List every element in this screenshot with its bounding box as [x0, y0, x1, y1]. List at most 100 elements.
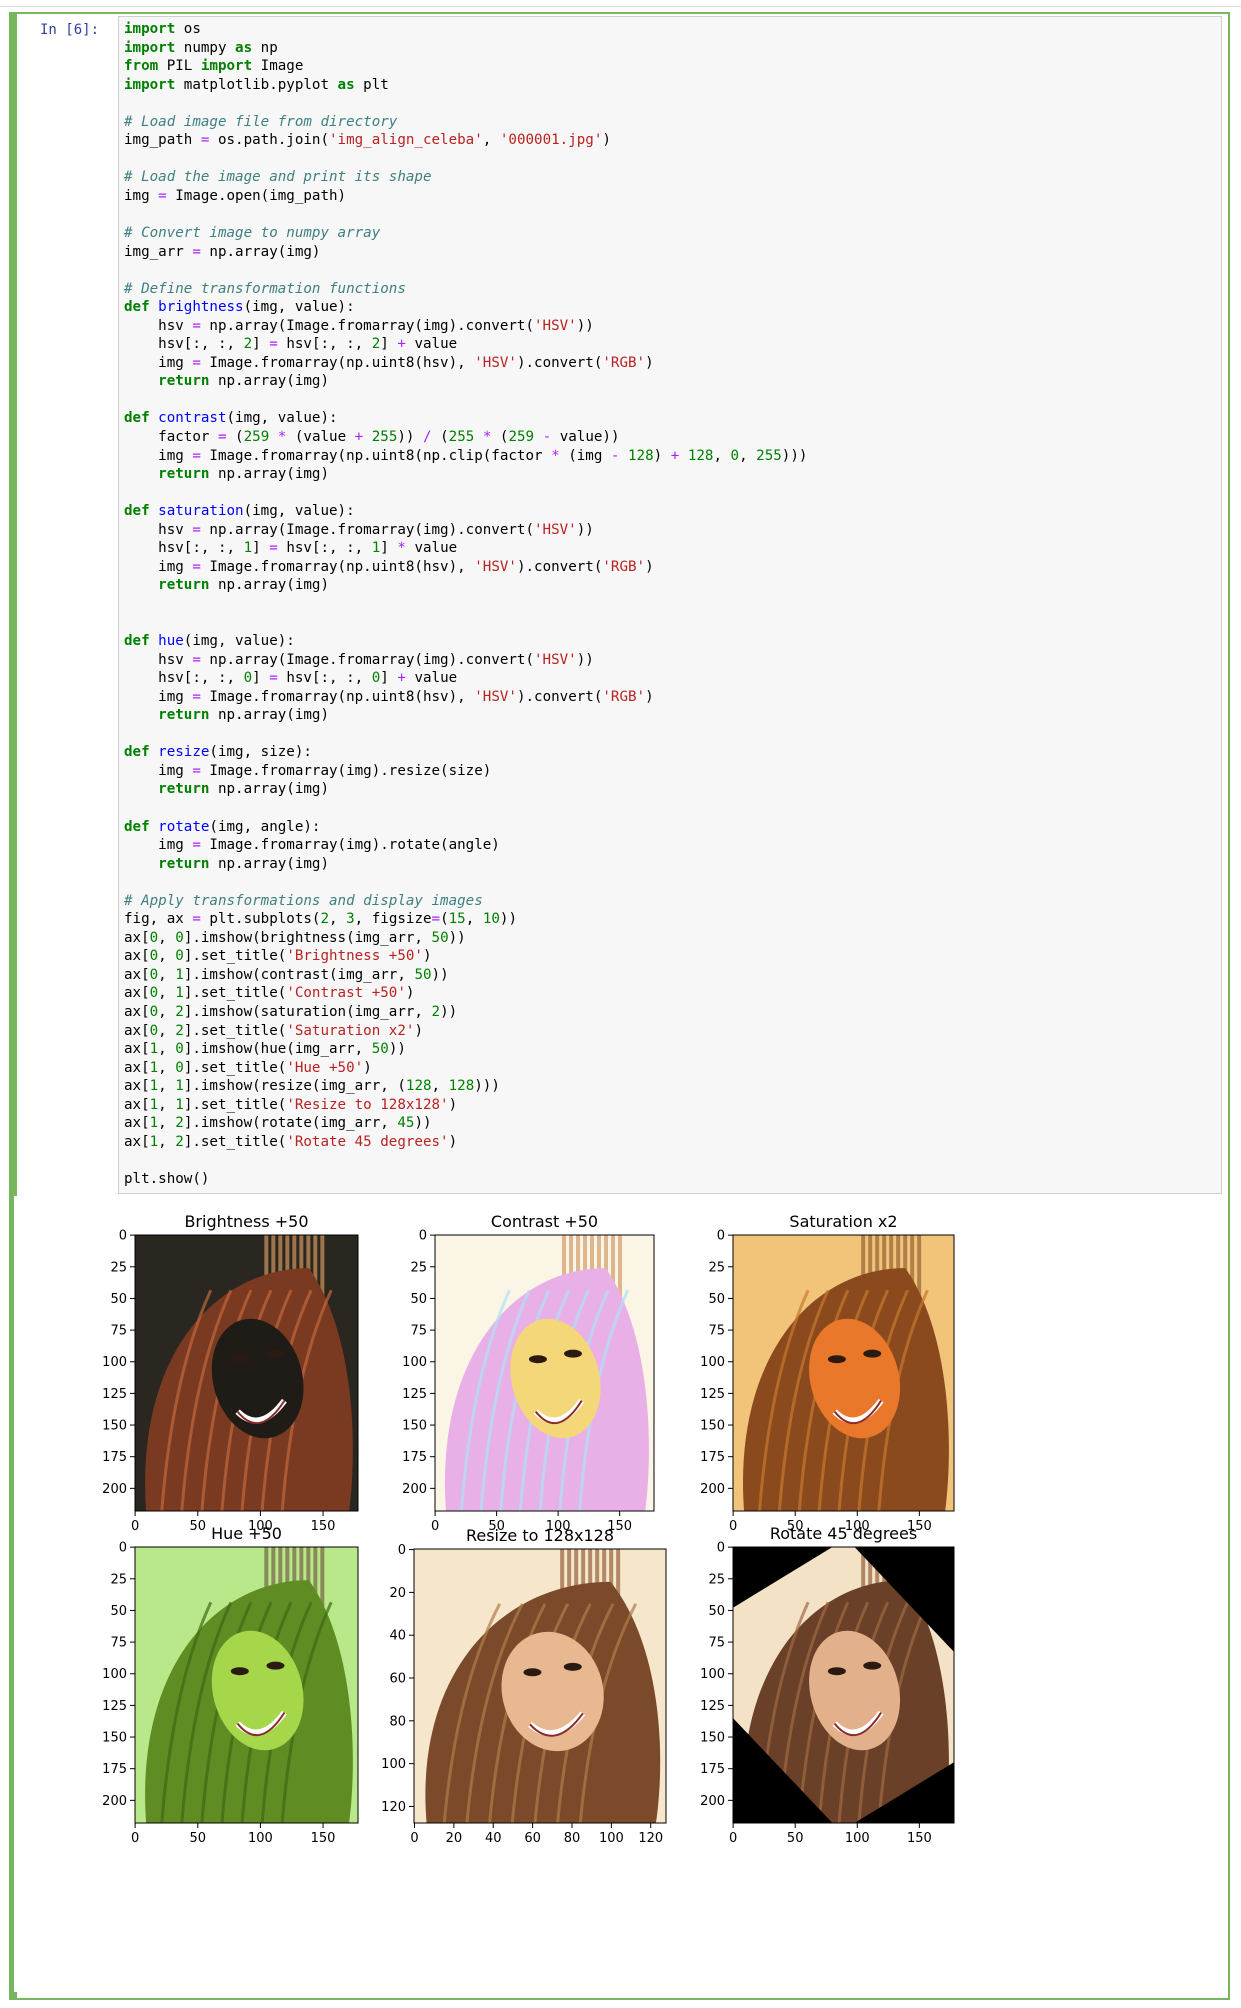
code-line: return np.array(img)	[124, 707, 329, 723]
y-tick-label: 50	[410, 1292, 427, 1307]
code-line: img = Image.open(img_path)	[124, 188, 346, 204]
code-token: 2	[175, 1022, 184, 1039]
code-token: ))	[576, 521, 594, 538]
code-token: ax[	[124, 1078, 150, 1095]
code-token: *	[551, 447, 560, 464]
code-token: hsv	[124, 651, 193, 668]
code-token: =	[269, 336, 278, 353]
code-line: ax[1, 2].set_title('Rotate 45 degrees')	[124, 1134, 457, 1150]
code-token: ax[	[124, 985, 150, 1002]
code-token: 0	[730, 447, 740, 464]
code-token: (	[226, 429, 244, 446]
y-tick-label: 150	[402, 1419, 427, 1434]
code-line: # Convert image to numpy array	[124, 225, 380, 241]
code-token: )	[645, 688, 654, 705]
y-tick-label: 175	[102, 1762, 127, 1777]
x-tick-label: 100	[599, 1831, 624, 1846]
code-line: ax[1, 1].imshow(resize(img_arr, (128, 12…	[124, 1078, 500, 1094]
code-token: def	[124, 818, 150, 835]
code-token: ,	[158, 966, 176, 983]
code-token: +	[670, 447, 680, 464]
code-token: 0	[149, 1022, 159, 1039]
image-rotate	[733, 1547, 954, 1823]
code-token: 'RGB'	[602, 688, 646, 705]
code-token: 1	[175, 1078, 184, 1095]
code-token: matplotlib.pyplot	[175, 76, 338, 93]
rotated-content	[733, 1547, 954, 1823]
code-token: value	[405, 336, 458, 353]
code-token: img	[124, 354, 193, 371]
code-line: ax[0, 1].imshow(contrast(img_arr, 50))	[124, 967, 449, 983]
code-editor[interactable]: import os import numpy as np from PIL im…	[124, 20, 807, 1188]
right-eye	[563, 1349, 582, 1358]
subplot-resize: Resize to 128x128 0 20 40 60 80 100 120 0 20 40 60 8…	[381, 1526, 667, 1846]
code-token: def	[124, 299, 150, 316]
code-line: img = Image.fromarray(img).rotate(angle)	[124, 837, 500, 853]
code-token: (img, value):	[183, 633, 295, 650]
code-token: 'Hue +50'	[286, 1059, 364, 1076]
x-tick-label: 0	[431, 1519, 439, 1534]
code-token: =	[192, 447, 201, 464]
code-token: 259	[508, 429, 535, 446]
code-token: # Load image file from directory	[124, 113, 398, 130]
code-line: fig, ax = plt.subplots(2, 3, figsize=(15…	[124, 911, 517, 927]
code-token: ))	[431, 966, 449, 983]
code-token: ax[	[124, 1041, 150, 1058]
code-token: hsv[:, :,	[277, 540, 372, 557]
y-tick-label: 200	[102, 1482, 127, 1497]
code-token: =	[192, 837, 201, 854]
code-token: ]	[380, 670, 398, 687]
code-token: 'HSV'	[534, 317, 577, 334]
code-token: ))	[499, 911, 518, 928]
code-token: 0	[149, 948, 159, 965]
y-tick-label: 125	[402, 1387, 427, 1402]
code-token: import	[124, 39, 176, 56]
code-token: ].set_title(	[183, 948, 287, 965]
matplotlib-figure: Brightness +50 0 50 100 150 0 25 50 75 100 125 150 1…	[102, 1212, 955, 1846]
code-token: =	[431, 911, 441, 928]
code-line: return np.array(img)	[124, 373, 329, 389]
code-token: ,	[158, 1078, 176, 1095]
code-token: return	[158, 781, 210, 798]
x-tick-label: 150	[311, 1831, 336, 1846]
subplot-brightness: Brightness +500 50 100 15002550751001251501…	[102, 1212, 359, 1534]
code-token: hsv[:, :,	[277, 670, 372, 687]
code-line: def rotate(img, angle):	[124, 819, 320, 835]
code-token: ,	[431, 1078, 449, 1095]
code-token: =	[192, 651, 201, 668]
code-token: img	[124, 837, 193, 854]
code-token: 1	[175, 985, 184, 1002]
code-token: 0	[371, 670, 381, 687]
code-token: # Convert image to numpy array	[124, 225, 381, 242]
subplot-title: Hue +50	[211, 1524, 282, 1543]
code-token: ))	[448, 929, 466, 946]
code-line: return np.array(img)	[124, 856, 329, 872]
code-token: def	[124, 633, 150, 650]
code-token: brightness	[158, 299, 244, 316]
code-token: 'RGB'	[602, 558, 646, 575]
code-token: 0	[175, 1041, 184, 1058]
code-token: 15	[448, 911, 466, 928]
code-line: import matplotlib.pyplot as plt	[124, 77, 389, 93]
code-token: +	[397, 336, 406, 353]
y-tick-label: 150	[102, 1419, 127, 1434]
code-token: 128	[448, 1078, 475, 1095]
code-token: numpy	[175, 39, 236, 56]
code-token: value))	[551, 429, 620, 446]
code-token: 128	[687, 447, 714, 464]
code-token: ax[	[124, 1022, 150, 1039]
code-token: img	[124, 447, 193, 464]
code-line: img = Image.fromarray(np.uint8(hsv), 'HS…	[124, 558, 653, 575]
code-token: hsv[:, :,	[124, 540, 244, 557]
code-token: 2	[431, 1003, 441, 1020]
code-token: hsv	[124, 521, 193, 538]
code-token: factor	[124, 429, 218, 446]
code-token: 0	[149, 929, 159, 946]
code-token: )	[645, 354, 654, 371]
code-token: =	[217, 429, 227, 446]
